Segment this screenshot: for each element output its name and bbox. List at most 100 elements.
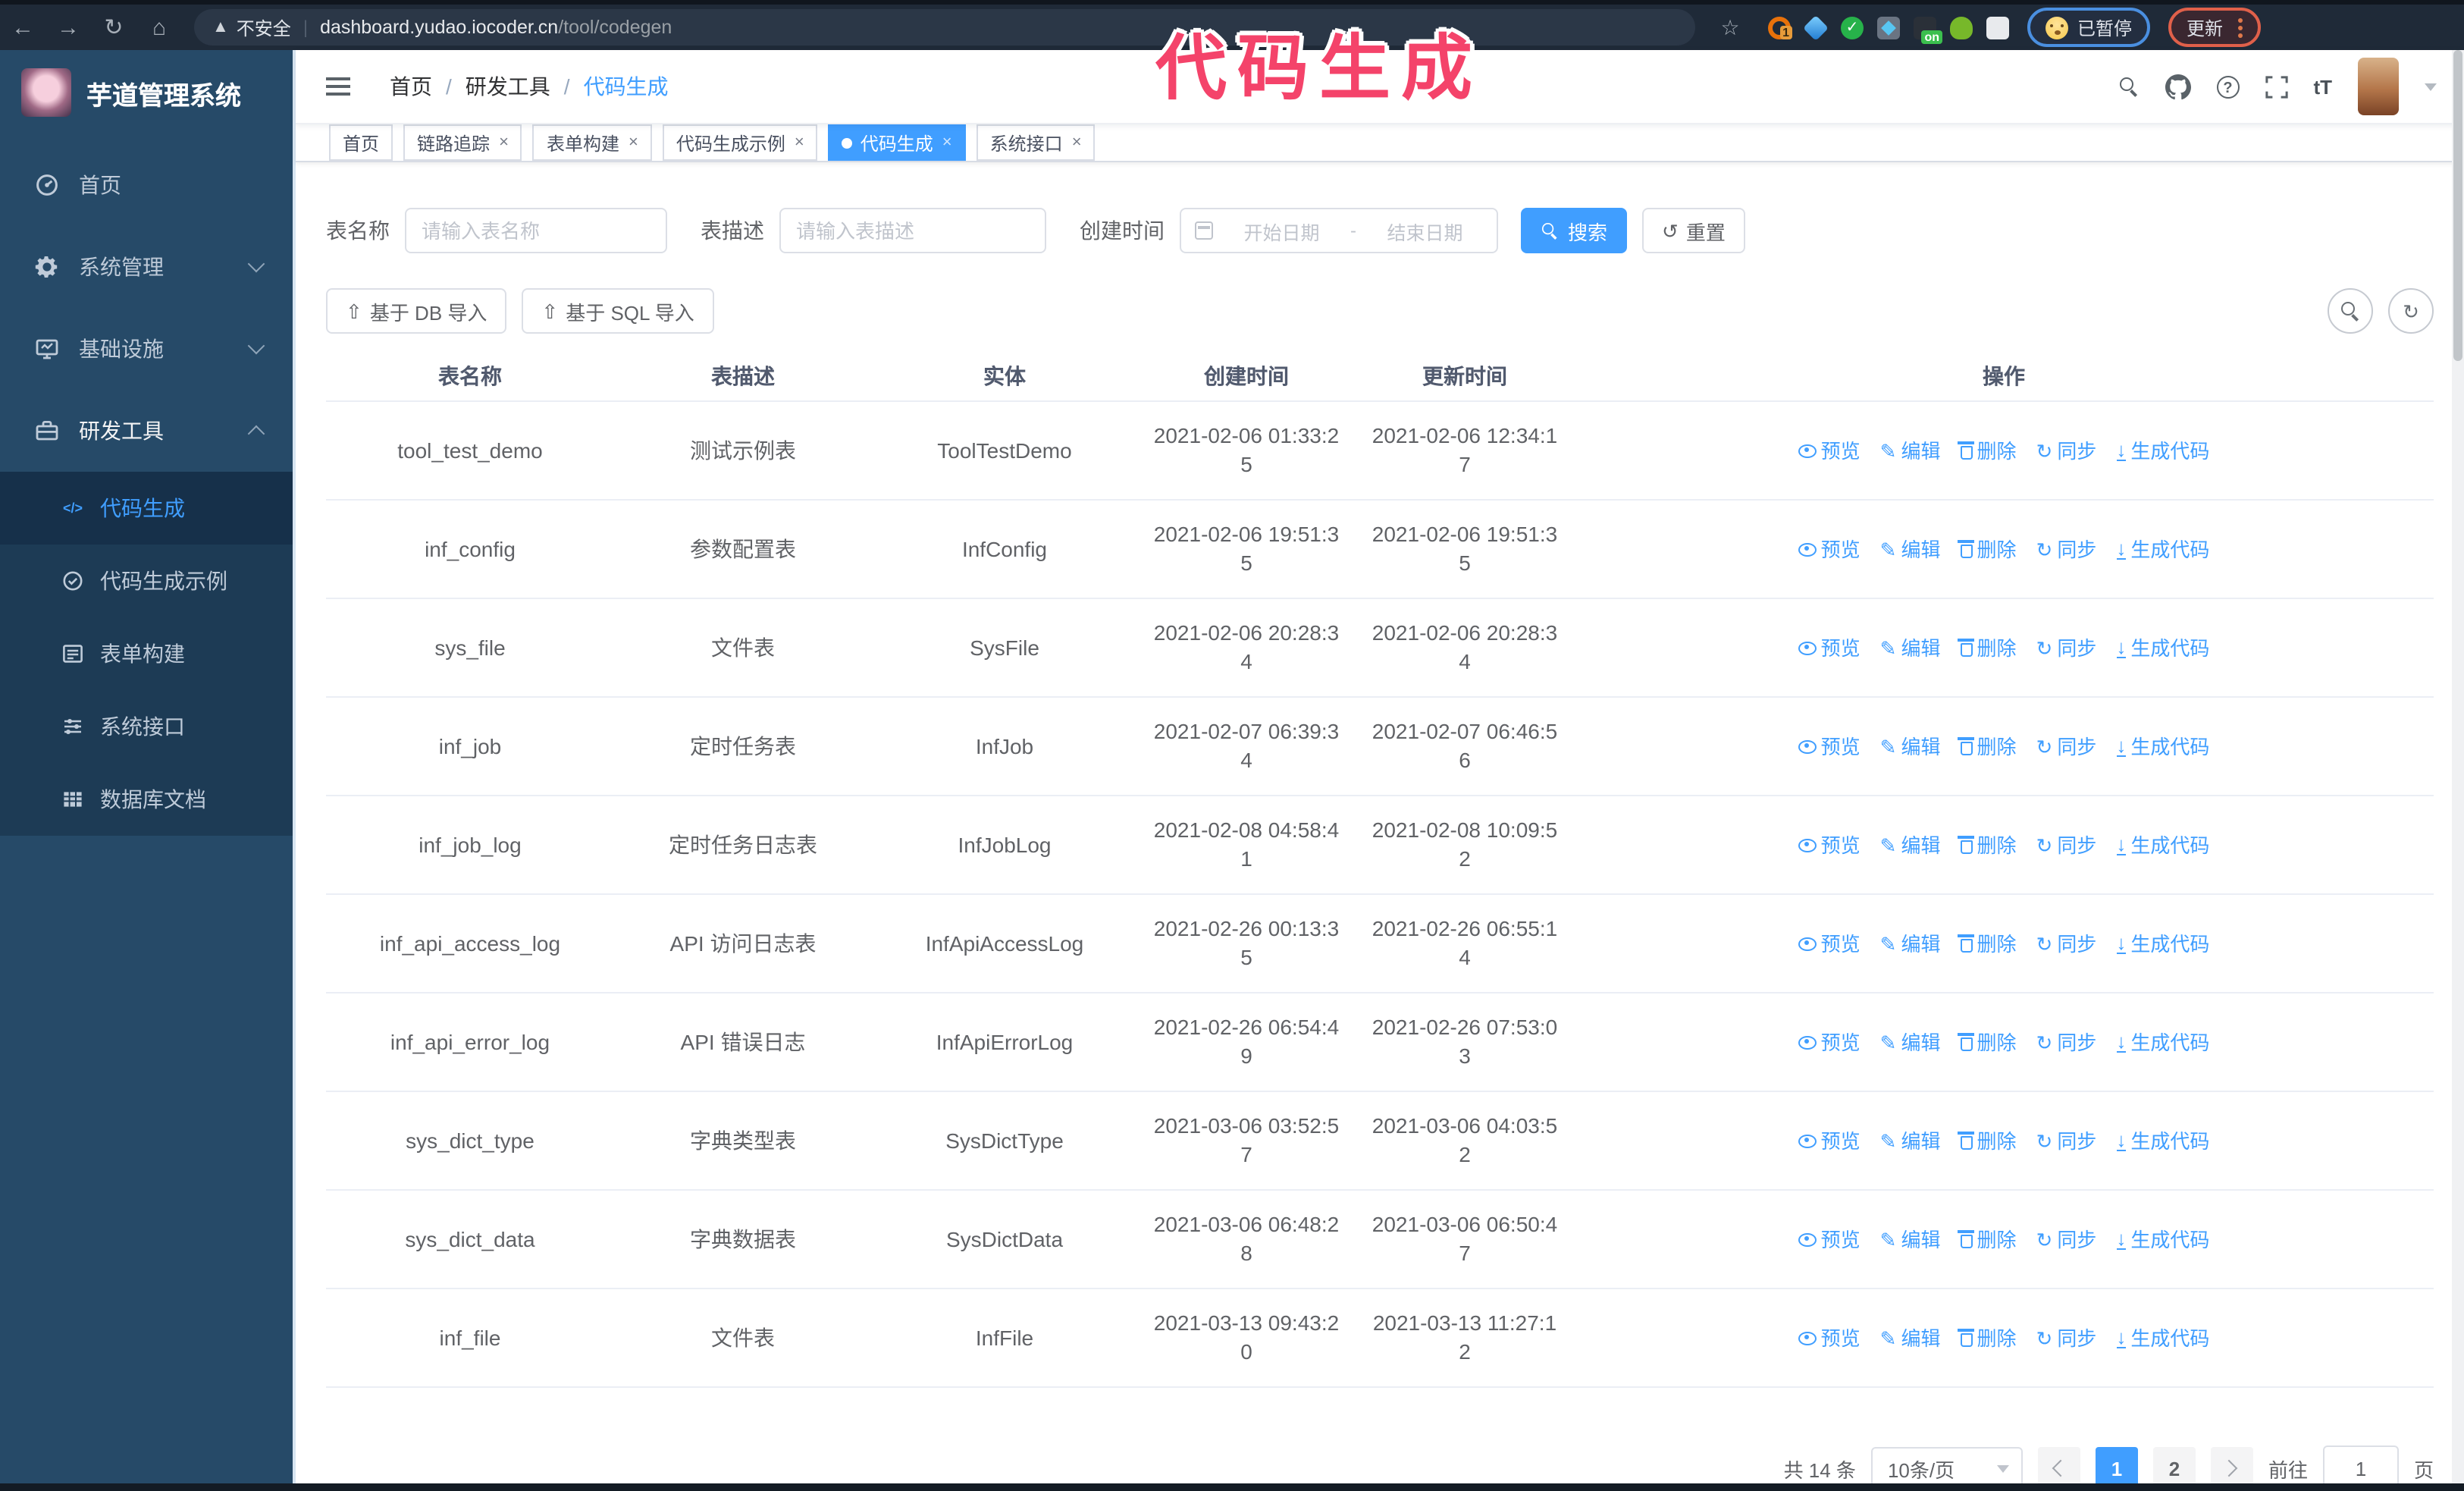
close-icon[interactable]: × — [942, 133, 952, 151]
back-icon[interactable]: ← — [0, 14, 45, 40]
action-generate-code[interactable]: ↓ 生成代码 — [2116, 732, 2209, 761]
breadcrumb-dev-tools[interactable]: 研发工具 — [466, 71, 550, 102]
action-sync[interactable]: ↻ 同步 — [2036, 830, 2097, 859]
action-sync[interactable]: ↻ 同步 — [2036, 1028, 2097, 1056]
action-generate-code[interactable]: ↓ 生成代码 — [2116, 830, 2209, 859]
action-sync[interactable]: ↻ 同步 — [2036, 1323, 2097, 1352]
action-delete[interactable]: 删除 — [1958, 929, 2017, 958]
user-avatar[interactable] — [2358, 58, 2399, 115]
extension-key-icon[interactable] — [1950, 16, 1973, 39]
tab-codegen[interactable]: 代码生成 × — [828, 124, 966, 161]
action-sync[interactable]: ↻ 同步 — [2036, 535, 2097, 563]
browser-menu-icon[interactable] — [2238, 17, 2243, 22]
action-preview[interactable]: 预览 — [1798, 732, 1861, 761]
action-edit[interactable]: ✎ 编辑 — [1880, 1126, 1941, 1155]
action-edit[interactable]: ✎ 编辑 — [1880, 1323, 1941, 1352]
action-generate-code[interactable]: ↓ 生成代码 — [2116, 1323, 2209, 1352]
action-edit[interactable]: ✎ 编辑 — [1880, 1028, 1941, 1056]
action-sync[interactable]: ↻ 同步 — [2036, 436, 2097, 465]
action-sync[interactable]: ↻ 同步 — [2036, 929, 2097, 958]
action-edit[interactable]: ✎ 编辑 — [1880, 436, 1941, 465]
window-scrollbar[interactable] — [2452, 50, 2464, 1483]
sidebar-item-codegen[interactable]: </> 代码生成 — [0, 472, 293, 545]
action-sync[interactable]: ↻ 同步 — [2036, 633, 2097, 662]
search-button[interactable]: 搜索 — [1521, 208, 1628, 253]
table-name-input[interactable] — [405, 208, 667, 253]
action-preview[interactable]: 预览 — [1798, 633, 1861, 662]
action-generate-code[interactable]: ↓ 生成代码 — [2116, 436, 2209, 465]
extension-green-check-icon[interactable]: ✓ — [1841, 16, 1864, 39]
start-date-placeholder[interactable]: 开始日期 — [1224, 216, 1340, 245]
action-delete[interactable]: 删除 — [1958, 732, 2017, 761]
search-icon[interactable] — [2119, 77, 2139, 96]
action-sync[interactable]: ↻ 同步 — [2036, 732, 2097, 761]
action-preview[interactable]: 预览 — [1798, 1126, 1861, 1155]
reload-icon[interactable]: ↻ — [91, 14, 136, 41]
action-sync[interactable]: ↻ 同步 — [2036, 1126, 2097, 1155]
extension-orange-ring-icon[interactable]: 1 — [1768, 16, 1792, 39]
action-preview[interactable]: 预览 — [1798, 830, 1861, 859]
sidebar-item-dev-tools[interactable]: 研发工具 — [0, 390, 293, 472]
action-delete[interactable]: 删除 — [1958, 436, 2017, 465]
table-desc-input[interactable] — [779, 208, 1046, 253]
import-db-button[interactable]: ⇧ 基于 DB 导入 — [326, 288, 507, 334]
close-icon[interactable]: × — [1072, 133, 1082, 151]
sidebar-item-system-management[interactable]: 系统管理 — [0, 226, 293, 308]
action-delete[interactable]: 删除 — [1958, 830, 2017, 859]
refresh-button[interactable]: ↻ — [2388, 288, 2434, 334]
toggle-search-button[interactable] — [2328, 288, 2373, 334]
action-preview[interactable]: 预览 — [1798, 1323, 1861, 1352]
sidebar-item-codegen-example[interactable]: 代码生成示例 — [0, 545, 293, 617]
url-host[interactable]: dashboard.yudao.iocoder.cn — [320, 17, 558, 38]
action-edit[interactable]: ✎ 编辑 — [1880, 830, 1941, 859]
action-preview[interactable]: 预览 — [1798, 1225, 1861, 1254]
close-icon[interactable]: × — [795, 133, 804, 151]
action-edit[interactable]: ✎ 编辑 — [1880, 732, 1941, 761]
sidebar-item-database-doc[interactable]: 数据库文档 — [0, 763, 293, 836]
url-path[interactable]: /tool/codegen — [558, 17, 672, 38]
tab-system-api[interactable]: 系统接口 × — [976, 124, 1096, 161]
action-delete[interactable]: 删除 — [1958, 1126, 2017, 1155]
tab-trace[interactable]: 链路追踪 × — [403, 124, 522, 161]
tab-home[interactable]: 首页 — [329, 124, 393, 161]
end-date-placeholder[interactable]: 结束日期 — [1367, 216, 1483, 245]
bookmark-star-icon[interactable]: ☆ — [1713, 14, 1747, 40]
avatar-caret-icon[interactable] — [2425, 83, 2437, 90]
action-delete[interactable]: 删除 — [1958, 1323, 2017, 1352]
forward-icon[interactable]: → — [45, 14, 91, 40]
action-generate-code[interactable]: ↓ 生成代码 — [2116, 535, 2209, 563]
action-preview[interactable]: 预览 — [1798, 1028, 1861, 1056]
tab-form-builder[interactable]: 表单构建 × — [532, 124, 652, 161]
extension-gem-icon[interactable] — [1803, 14, 1829, 40]
sidebar-item-form-builder[interactable]: 表单构建 — [0, 617, 293, 690]
action-delete[interactable]: 删除 — [1958, 535, 2017, 563]
fullscreen-icon[interactable] — [2265, 75, 2288, 98]
close-icon[interactable]: × — [629, 133, 638, 151]
breadcrumb-home[interactable]: 首页 — [390, 71, 432, 102]
extension-on-icon[interactable]: on — [1914, 16, 1942, 43]
tab-codegen-example[interactable]: 代码生成示例 × — [662, 124, 818, 161]
import-sql-button[interactable]: ⇧ 基于 SQL 导入 — [522, 288, 714, 334]
hamburger-icon[interactable] — [326, 77, 350, 80]
action-edit[interactable]: ✎ 编辑 — [1880, 1225, 1941, 1254]
action-generate-code[interactable]: ↓ 生成代码 — [2116, 929, 2209, 958]
date-range-picker[interactable]: 开始日期 - 结束日期 — [1180, 208, 1498, 253]
home-icon[interactable]: ⌂ — [136, 14, 182, 40]
action-preview[interactable]: 预览 — [1798, 929, 1861, 958]
action-edit[interactable]: ✎ 编辑 — [1880, 929, 1941, 958]
action-generate-code[interactable]: ↓ 生成代码 — [2116, 1225, 2209, 1254]
scrollbar-thumb[interactable] — [2453, 50, 2462, 361]
sidebar-item-system-api[interactable]: 系统接口 — [0, 690, 293, 763]
action-edit[interactable]: ✎ 编辑 — [1880, 633, 1941, 662]
extension-diamond-icon[interactable] — [1877, 16, 1900, 39]
github-icon[interactable] — [2165, 74, 2191, 99]
help-icon[interactable]: ? — [2216, 75, 2240, 98]
action-generate-code[interactable]: ↓ 生成代码 — [2116, 1028, 2209, 1056]
security-label[interactable]: 不安全 — [237, 14, 291, 40]
action-generate-code[interactable]: ↓ 生成代码 — [2116, 633, 2209, 662]
action-preview[interactable]: 预览 — [1798, 436, 1861, 465]
action-preview[interactable]: 预览 — [1798, 535, 1861, 563]
action-delete[interactable]: 删除 — [1958, 1028, 2017, 1056]
action-sync[interactable]: ↻ 同步 — [2036, 1225, 2097, 1254]
sidebar-item-home[interactable]: 首页 — [0, 144, 293, 226]
